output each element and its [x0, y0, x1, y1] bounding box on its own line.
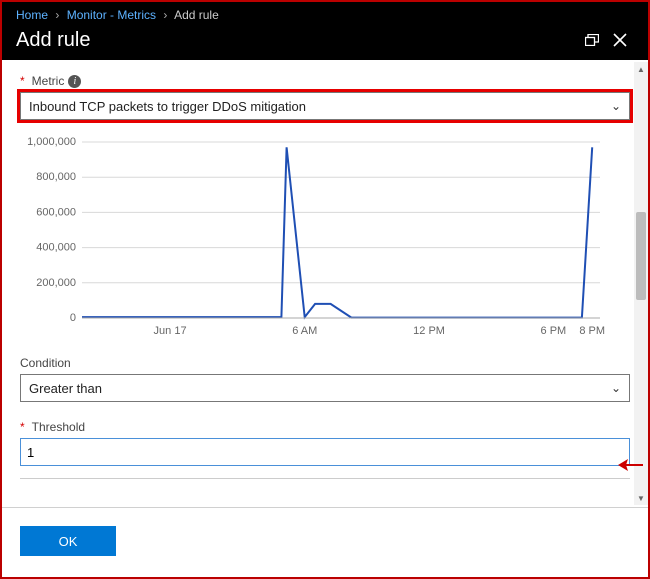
svg-text:200,000: 200,000 — [36, 277, 76, 289]
panel-content: * Metric i Inbound TCP packets to trigge… — [2, 60, 648, 490]
svg-text:12 PM: 12 PM — [413, 325, 445, 337]
svg-text:6 AM: 6 AM — [292, 325, 317, 337]
svg-text:6 PM: 6 PM — [541, 325, 567, 337]
footer: OK — [2, 507, 648, 577]
svg-text:8 PM: 8 PM — [579, 325, 605, 337]
condition-label: Condition — [20, 356, 71, 370]
scroll-up-icon[interactable]: ▲ — [634, 62, 648, 76]
breadcrumb-sep: › — [163, 8, 167, 22]
threshold-input-wrap[interactable] — [20, 438, 630, 466]
threshold-label-row: * Threshold — [20, 420, 630, 434]
condition-select[interactable]: Greater than ⌄ — [20, 374, 630, 402]
ok-button[interactable]: OK — [20, 526, 116, 556]
scrollbar-thumb[interactable] — [636, 212, 646, 300]
scrollbar[interactable]: ▲ ▼ — [634, 62, 648, 505]
svg-text:800,000: 800,000 — [36, 171, 76, 183]
threshold-label: Threshold — [32, 420, 85, 434]
metric-label: Metric — [32, 74, 65, 88]
chevron-down-icon: ⌄ — [611, 381, 621, 395]
svg-text:Jun 17: Jun 17 — [154, 325, 187, 337]
breadcrumb-sep: › — [55, 8, 59, 22]
close-icon[interactable] — [606, 26, 634, 54]
scroll-down-icon[interactable]: ▼ — [634, 491, 648, 505]
svg-text:1,000,000: 1,000,000 — [27, 136, 76, 148]
metric-label-row: * Metric i — [20, 74, 630, 88]
svg-text:600,000: 600,000 — [36, 206, 76, 218]
breadcrumb-link-home[interactable]: Home — [16, 8, 48, 22]
required-indicator: * — [20, 74, 25, 88]
info-icon[interactable]: i — [68, 75, 81, 88]
page-title: Add rule — [16, 29, 578, 52]
metric-select-value: Inbound TCP packets to trigger DDoS miti… — [29, 99, 611, 114]
svg-text:400,000: 400,000 — [36, 242, 76, 254]
svg-text:0: 0 — [70, 312, 76, 324]
chart-svg: 0 200,000 400,000 600,000 800,000 1,000,000 Ju… — [20, 134, 608, 344]
condition-select-value: Greater than — [29, 381, 611, 396]
required-indicator: * — [20, 420, 25, 434]
chevron-down-icon: ⌄ — [611, 99, 621, 113]
title-bar: Home › Monitor - Metrics › Add rule Add … — [2, 2, 648, 60]
restore-window-icon[interactable] — [578, 26, 606, 54]
metric-chart: 0 200,000 400,000 600,000 800,000 1,000,000 Ju… — [20, 134, 630, 344]
breadcrumb: Home › Monitor - Metrics › Add rule — [2, 2, 648, 24]
breadcrumb-current: Add rule — [174, 8, 219, 22]
condition-label-row: Condition — [20, 356, 630, 370]
threshold-input[interactable] — [27, 445, 623, 460]
breadcrumb-link-monitor[interactable]: Monitor - Metrics — [67, 8, 156, 22]
separator — [20, 478, 630, 479]
metric-select[interactable]: Inbound TCP packets to trigger DDoS miti… — [20, 92, 630, 120]
